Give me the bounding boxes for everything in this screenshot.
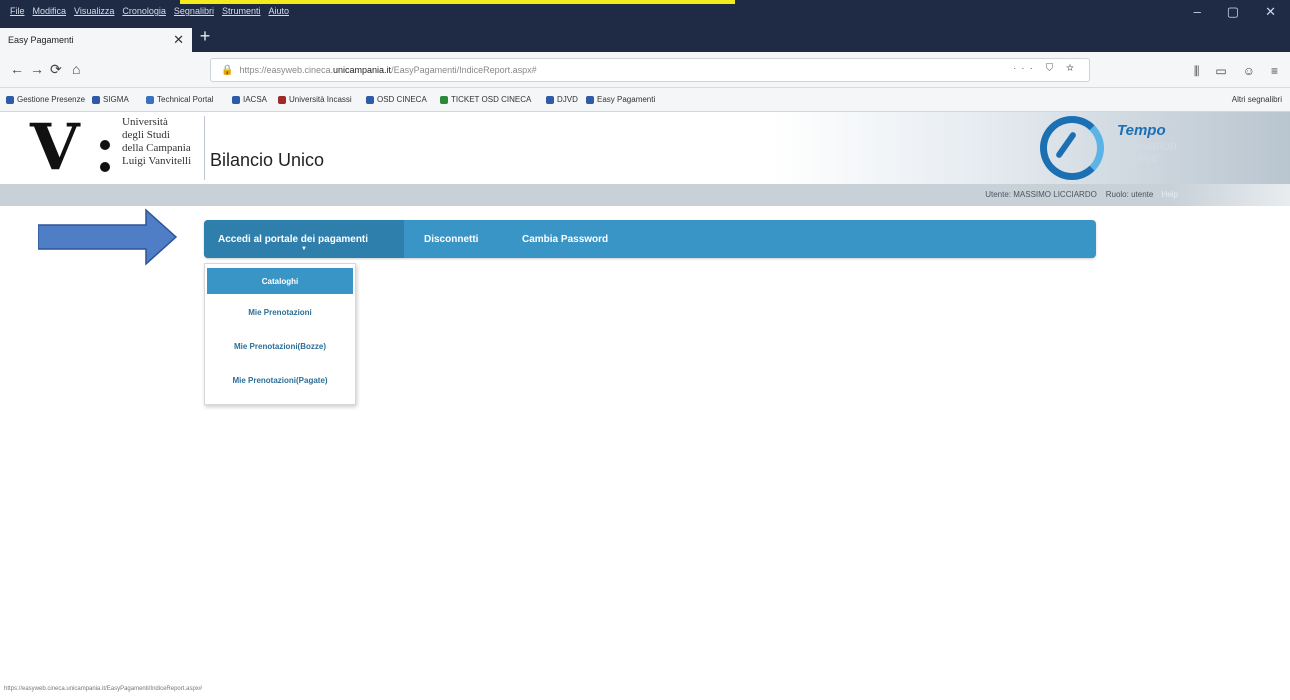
browser-menubar: File Modifica Visualizza Cronologia Segn… (0, 0, 1290, 22)
brand-title: Tempo (1117, 122, 1166, 139)
role-label: Ruolo: utente (1105, 190, 1154, 199)
menu-cambia-password[interactable]: Cambia Password (508, 220, 622, 258)
navigation-bar: ← → ⟳ ⌂ 🔒 https://easyweb.cineca.unicamp… (0, 52, 1290, 88)
bookmark-osd-cineca[interactable]: OSD CINECA (366, 95, 427, 104)
dropdown-item-mie-prenotazioni[interactable]: Mie Prenotazioni (205, 296, 355, 328)
user-label: Utente: MASSIMO LICCIARDO (985, 190, 1097, 199)
reload-icon[interactable]: ⟳ (50, 61, 62, 78)
menu-visualizza[interactable]: Visualizza (74, 6, 114, 16)
bookmark-icon (146, 95, 154, 104)
bookmark-icon (232, 95, 240, 104)
menu-modifica[interactable]: Modifica (33, 6, 67, 16)
menu-segnalibri[interactable]: Segnalibri (174, 6, 214, 16)
dropdown-item-cataloghi[interactable]: Cataloghi (207, 268, 353, 294)
menu-strumenti[interactable]: Strumenti (222, 6, 261, 16)
user-bar: Utente: MASSIMO LICCIARDO Ruolo: utente … (0, 184, 1290, 206)
dropdown-item-mie-prenotazioni-bozze[interactable]: Mie Prenotazioni(Bozze) (205, 330, 355, 362)
close-tab-icon[interactable]: ✕ (173, 32, 184, 48)
tab-title: Easy Pagamenti (8, 35, 74, 45)
app-menu-bar: Accedi al portale dei pagamenti ▼ Discon… (204, 220, 1096, 258)
bookmark-universita-incassi[interactable]: Università Incassi (278, 95, 352, 104)
url-bar[interactable]: 🔒 https://easyweb.cineca.unicampania.it/… (210, 58, 1090, 82)
bookmark-icon (440, 95, 448, 104)
bookmark-easy-pagamenti[interactable]: Easy Pagamenti (586, 95, 655, 104)
bookmarks-bar: Gestione Presenze SIGMA Technical Portal… (0, 88, 1290, 112)
university-name: Università degli Studi della Campania Lu… (122, 116, 192, 167)
bookmark-gestione-presenze[interactable]: Gestione Presenze (6, 95, 85, 104)
home-icon[interactable]: ⌂ (72, 61, 80, 77)
chevron-down-icon: ▼ (301, 246, 307, 252)
toolbar-right: ⫼ ▭ ☺ ≡ (1194, 64, 1278, 79)
user-info: Utente: MASSIMO LICCIARDO Ruolo: utente … (985, 190, 1178, 199)
status-url: https://easyweb.cineca.unicampania.it/Ea… (4, 686, 203, 692)
dropdown-menu: Cataloghi Mie Prenotazioni Mie Prenotazi… (204, 263, 356, 405)
tab-easy-pagamenti[interactable]: Easy Pagamenti ✕ (0, 28, 192, 52)
library-icon[interactable]: ⫼ (1194, 64, 1200, 79)
maximize-icon[interactable]: ▢ (1227, 4, 1239, 20)
menu-aiuto[interactable]: Aiuto (268, 6, 289, 16)
tempo-logo-icon (1040, 116, 1104, 180)
browser-menus: File Modifica Visualizza Cronologia Segn… (10, 6, 289, 16)
bookmark-iacsa[interactable]: IACSA (232, 95, 267, 104)
window-controls: – ▢ ✕ (1194, 4, 1276, 20)
bookmark-icon (92, 95, 100, 104)
menu-file[interactable]: File (10, 6, 25, 16)
pointer-arrow-icon (38, 208, 178, 266)
dropdown-item-mie-prenotazioni-pagate[interactable]: Mie Prenotazioni(Pagate) (205, 364, 355, 396)
bookmark-icon (586, 95, 594, 104)
menu-cronologia[interactable]: Cronologia (122, 6, 166, 16)
logo-dot-icon (100, 140, 110, 150)
header-divider (204, 116, 205, 180)
bookmark-icon (6, 95, 14, 104)
bookmark-technical-portal[interactable]: Technical Portal (146, 95, 213, 104)
bookmark-icon (546, 95, 554, 104)
lock-icon: 🔒 (221, 64, 234, 76)
page-header: V Università degli Studi della Campania … (0, 112, 1290, 184)
url-text: https://easyweb.cineca.unicampania.it/Ea… (239, 65, 537, 75)
logo-dot-icon (100, 162, 110, 172)
sidebar-icon[interactable]: ▭ (1215, 64, 1226, 79)
bookmark-ticket-osd-cineca[interactable]: TICKET OSD CINECA (440, 95, 531, 104)
other-bookmarks[interactable]: Altri segnalibri (1232, 95, 1282, 104)
url-actions[interactable]: ··· ⛉ ☆ (1013, 63, 1079, 74)
forward-icon[interactable]: → (30, 61, 44, 77)
highlight-strip (180, 0, 735, 4)
back-icon[interactable]: ← (10, 61, 24, 77)
minimize-icon[interactable]: – (1194, 4, 1201, 20)
bookmark-djvd[interactable]: DJVD (546, 95, 578, 104)
menu-disconnetti[interactable]: Disconnetti (410, 220, 492, 258)
brand-subtitle: Innovation Source (1117, 138, 1177, 165)
page-title: Bilancio Unico (210, 150, 325, 170)
tab-bar: Easy Pagamenti ✕ + (0, 22, 1290, 52)
account-icon[interactable]: ☺ (1243, 64, 1255, 79)
bookmark-icon (366, 95, 374, 104)
hamburger-menu-icon[interactable]: ≡ (1271, 64, 1278, 79)
userbar-fade (1170, 184, 1290, 206)
new-tab-icon[interactable]: + (196, 27, 214, 46)
bookmark-sigma[interactable]: SIGMA (92, 95, 129, 104)
university-logo: V (30, 110, 80, 185)
menu-accedi-portale-pagamenti[interactable]: Accedi al portale dei pagamenti ▼ (204, 220, 404, 258)
close-window-icon[interactable]: ✕ (1265, 4, 1276, 20)
bookmark-icon (278, 95, 286, 104)
